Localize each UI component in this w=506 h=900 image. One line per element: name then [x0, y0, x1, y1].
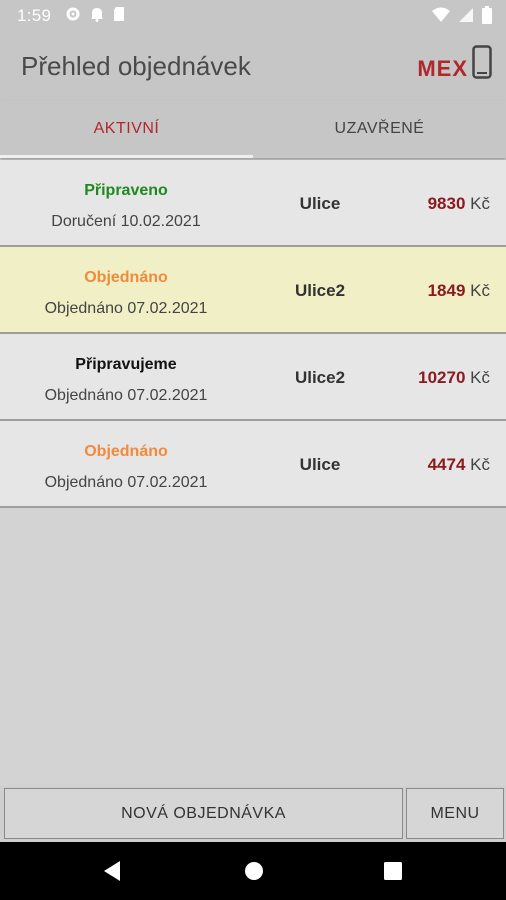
gear-icon	[65, 6, 81, 27]
status-time: 1:59	[17, 6, 52, 25]
order-amount: 1849	[427, 281, 466, 300]
order-price: 4474 Kč	[428, 455, 490, 475]
order-street: Ulice2	[294, 368, 346, 387]
orders-list: Připraveno Doručení 10.02.2021 Ulice 983…	[0, 160, 506, 508]
tab-active-label: AKTIVNÍ	[93, 120, 160, 137]
order-street: Ulice2	[294, 281, 346, 300]
phone-icon	[472, 45, 492, 84]
order-currency: Kč	[470, 281, 490, 300]
bottom-action-bar: NOVÁ OBJEDNÁVKA MENU	[0, 786, 506, 842]
cellular-signal-icon	[458, 7, 474, 28]
order-row[interactable]: Objednáno Objednáno 07.02.2021 Ulice2 18…	[0, 247, 506, 334]
order-amount: 9830	[427, 194, 466, 213]
home-icon[interactable]	[243, 860, 265, 887]
notification-bell-icon	[90, 6, 104, 27]
order-price: 9830 Kč	[428, 194, 490, 214]
order-status: Objednáno	[84, 269, 168, 286]
app-bar: Přehled objednávek MEX	[0, 32, 506, 100]
order-date: Objednáno 07.02.2021	[44, 387, 208, 404]
battery-icon	[482, 6, 492, 29]
new-order-button[interactable]: NOVÁ OBJEDNÁVKA	[4, 788, 403, 839]
order-amount: 4474	[427, 455, 466, 474]
order-currency: Kč	[470, 368, 490, 387]
wifi-icon	[432, 7, 450, 28]
order-price: 1849 Kč	[428, 281, 490, 301]
order-row[interactable]: Objednáno Objednáno 07.02.2021 Ulice 447…	[0, 421, 506, 508]
status-bar: 1:59	[0, 0, 506, 32]
tab-bar: AKTIVNÍ UZAVŘENÉ	[0, 100, 506, 158]
page-title: Přehled objednávek	[21, 51, 251, 81]
order-currency: Kč	[470, 194, 490, 213]
order-price: 10270 Kč	[418, 368, 490, 388]
back-icon[interactable]	[102, 860, 122, 887]
order-street: Ulice	[299, 194, 341, 213]
tab-active[interactable]: AKTIVNÍ	[0, 100, 253, 158]
order-status: Připravujeme	[75, 356, 177, 373]
order-status: Připraveno	[84, 182, 168, 199]
tab-closed-label: UZAVŘENÉ	[334, 120, 425, 137]
order-currency: Kč	[470, 455, 490, 474]
order-date: Objednáno 07.02.2021	[44, 474, 208, 491]
order-amount: 10270	[418, 368, 466, 387]
mex-logo: MEX	[417, 45, 492, 84]
logo-text: MEX	[417, 56, 468, 81]
order-street: Ulice	[299, 455, 341, 474]
order-date: Objednáno 07.02.2021	[44, 300, 208, 317]
order-status: Objednáno	[84, 443, 168, 460]
order-date: Doručení 10.02.2021	[51, 213, 201, 230]
system-nav-bar	[0, 842, 506, 900]
order-row[interactable]: Připraveno Doručení 10.02.2021 Ulice 983…	[0, 160, 506, 247]
sd-card-icon	[113, 6, 125, 27]
menu-button[interactable]: MENU	[406, 788, 504, 839]
tab-closed[interactable]: UZAVŘENÉ	[253, 100, 506, 158]
recents-icon[interactable]	[383, 860, 403, 887]
order-row[interactable]: Připravujeme Objednáno 07.02.2021 Ulice2…	[0, 334, 506, 421]
